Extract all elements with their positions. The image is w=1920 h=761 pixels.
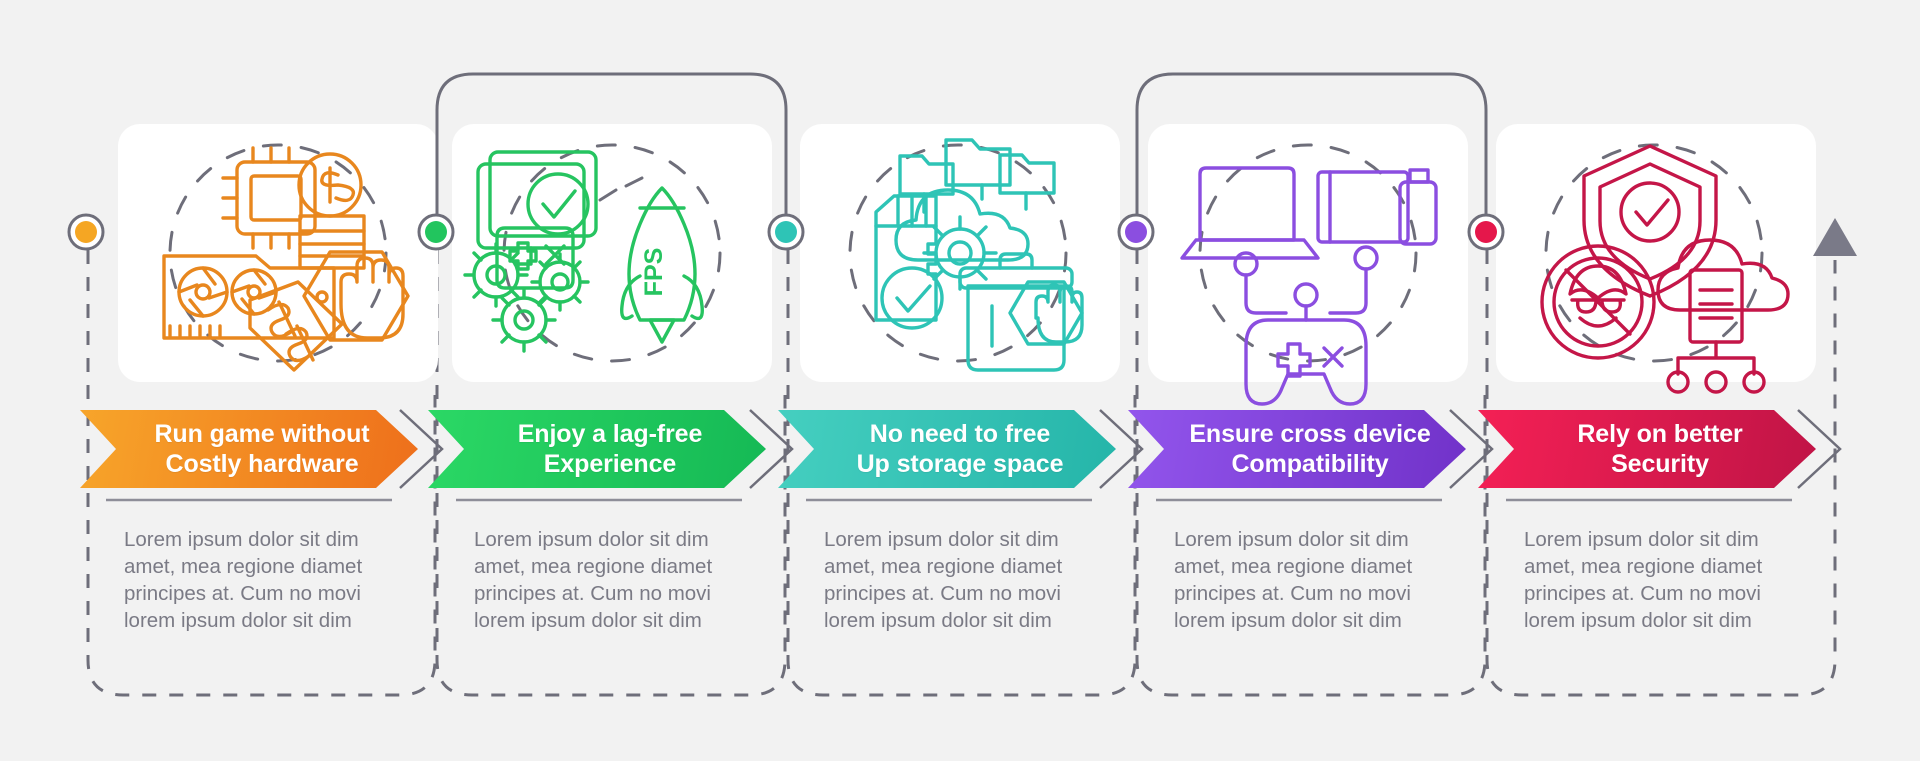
step-description-1: Lorem ipsum dolor sit dim amet, mea regi… — [124, 528, 363, 633]
node-dots-layer — [67, 213, 1857, 256]
infographic-canvas: FPS Run game without Costly hardware Enj… — [0, 0, 1920, 761]
step-description-3: Lorem ipsum dolor sit dim amet, mea regi… — [824, 528, 1063, 633]
arrow-up-triangle-icon — [1813, 218, 1857, 256]
step-description-2: Lorem ipsum dolor sit dim amet, mea regi… — [474, 528, 713, 633]
step-description-5: Lorem ipsum dolor sit dim amet, mea regi… — [1524, 528, 1763, 633]
step-description-4: Lorem ipsum dolor sit dim amet, mea regi… — [1174, 528, 1413, 633]
